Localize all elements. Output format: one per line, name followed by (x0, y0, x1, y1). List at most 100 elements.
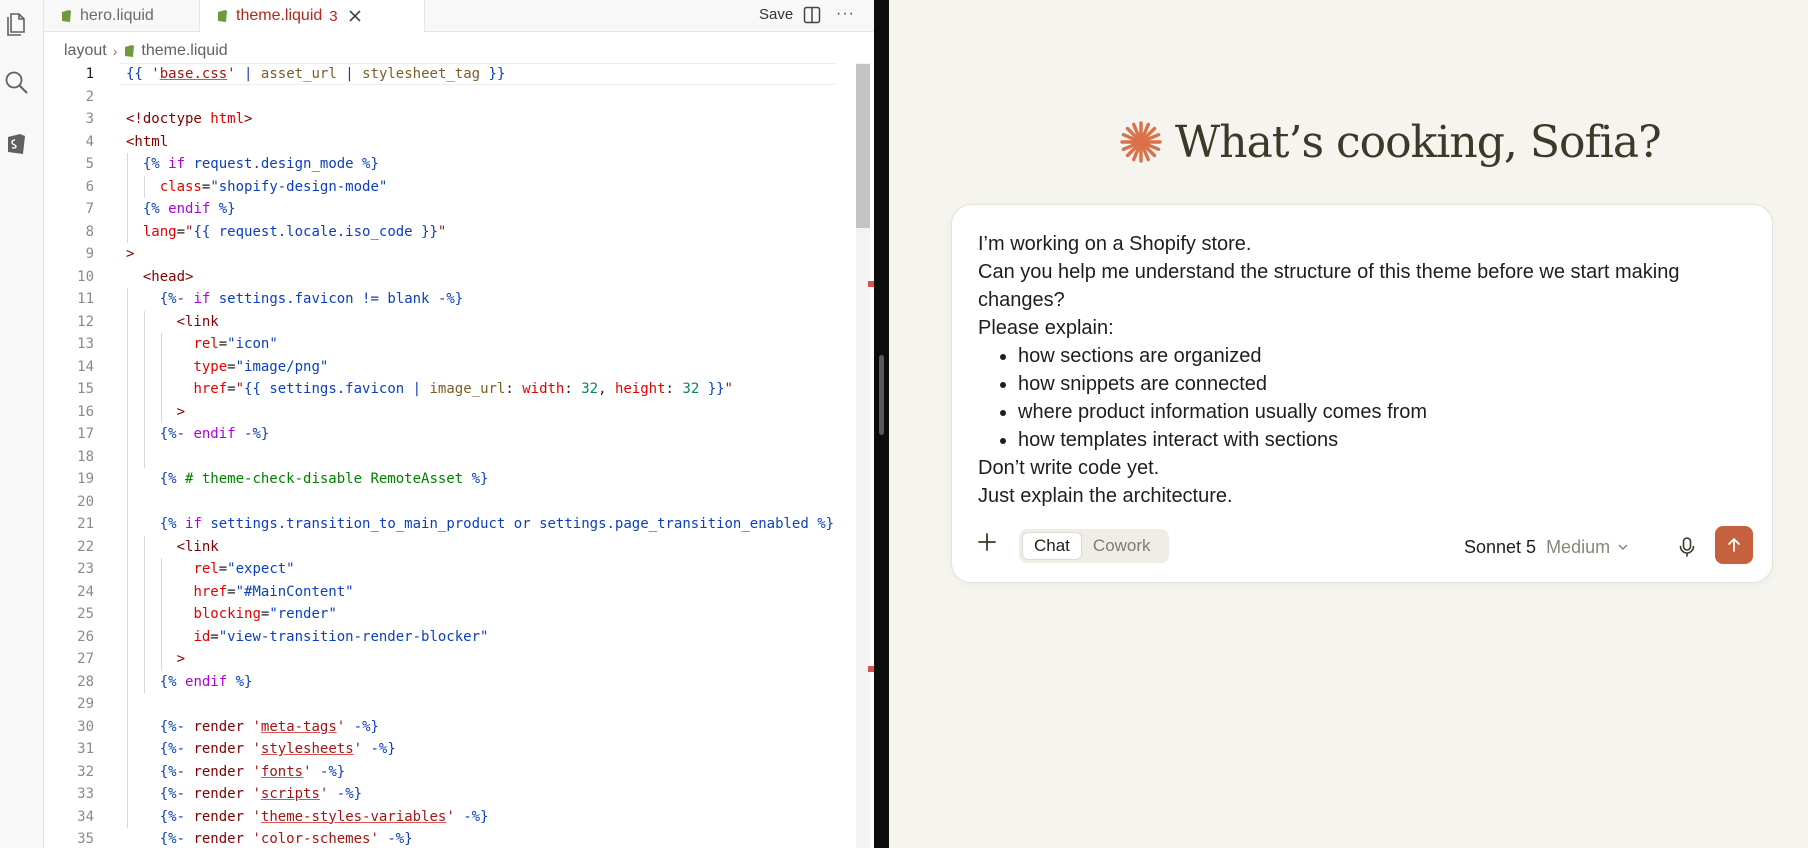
code-line[interactable]: 3 <!doctype html> (44, 108, 874, 131)
line-number: 16 (77, 403, 94, 420)
line-number: 23 (77, 561, 94, 577)
tab-theme-liquid[interactable]: theme.liquid 3 (199, 0, 425, 32)
line-number: 11 (77, 291, 94, 307)
line-number: 12 (77, 313, 94, 330)
code-line[interactable]: 24 href="#MainContent" (44, 581, 874, 604)
code-line[interactable]: 6 class="shopify-design-mode" (44, 176, 874, 199)
line-number: 33 (77, 786, 94, 802)
line-number: 10 (77, 268, 94, 285)
code-line[interactable]: 29 (44, 693, 874, 716)
code-line[interactable]: 20 (44, 491, 874, 514)
breadcrumb-folder[interactable]: layout (64, 42, 107, 60)
line-content: <html (126, 133, 169, 150)
code-line[interactable]: 12 <link (44, 311, 874, 334)
code-line[interactable]: 9 > (44, 243, 874, 266)
split-editor-icon[interactable] (803, 6, 821, 24)
code-line[interactable]: 1 {{ 'base.css' | asset_url | stylesheet_… (44, 63, 874, 86)
tab-hero-liquid[interactable]: hero.liquid (44, 0, 199, 31)
message-line: Please explain: (978, 317, 1114, 339)
code-line[interactable]: 32 {%- render 'fonts' -%} (44, 761, 874, 784)
line-number: 8 (85, 223, 94, 240)
code-line[interactable]: 28 {% endif %} (44, 671, 874, 694)
code-line[interactable]: 8 lang="{{ request.locale.iso_code }}" (44, 221, 874, 244)
line-number: 13 (77, 336, 94, 352)
add-attachment-icon[interactable] (976, 531, 998, 553)
code-line[interactable]: 15 href="{{ settings.favicon | image_url… (44, 378, 874, 401)
line-content: {% endif %} (159, 673, 253, 690)
mode-chat-button[interactable]: Chat (1022, 532, 1082, 560)
code-line[interactable]: 2 (44, 86, 874, 109)
code-line[interactable]: 5 {% if request.design_mode %} (44, 153, 874, 176)
code-line[interactable]: 10 <head> (44, 266, 874, 289)
microphone-icon[interactable] (1675, 535, 1699, 559)
code-line[interactable]: 7 {% endif %} (44, 198, 874, 221)
files-icon[interactable] (2, 8, 30, 36)
code-line[interactable]: 31 {%- render 'stylesheets' -%} (44, 738, 874, 761)
line-number: 9 (85, 246, 94, 262)
pane-divider[interactable] (874, 0, 889, 848)
line-content: {%- render 'fonts' -%} (159, 763, 346, 780)
line-number: 35 (77, 831, 94, 847)
sparkle-icon (1120, 121, 1162, 163)
tab-label: hero.liquid (80, 6, 154, 24)
send-button[interactable] (1715, 526, 1753, 564)
code-line[interactable]: 35 {%- render 'color-schemes' -%} (44, 828, 874, 848)
line-content: {% if request.design_mode %} (142, 156, 379, 172)
line-content: id="view-transition-render-blocker" (193, 628, 489, 645)
breadcrumb-file[interactable]: theme.liquid (141, 42, 227, 60)
line-number: 22 (77, 538, 94, 555)
line-number: 3 (85, 111, 94, 127)
save-button[interactable]: Save (759, 5, 793, 25)
divider-grip[interactable] (879, 355, 884, 435)
code-line[interactable]: 30 {%- render 'meta-tags' -%} (44, 716, 874, 739)
code-line[interactable]: 13 rel="icon" (44, 333, 874, 356)
line-content: blocking="render" (193, 606, 337, 622)
line-number: 28 (77, 673, 94, 690)
code-editor: hero.liquid theme.liquid 3 Save ··· layo… (44, 0, 874, 848)
code-line[interactable]: 18 (44, 446, 874, 469)
line-number: 17 (77, 426, 94, 442)
code-line[interactable]: 14 type="image/png" (44, 356, 874, 379)
close-icon[interactable] (348, 9, 362, 23)
code-line[interactable]: 26 id="view-transition-render-blocker" (44, 626, 874, 649)
code-line[interactable]: 22 <link (44, 536, 874, 559)
line-content: <!doctype html> (126, 111, 253, 127)
line-number: 24 (77, 583, 94, 600)
list-item: how sections are organized (1018, 342, 1758, 370)
code-line[interactable]: 21 {% if settings.transition_to_main_pro… (44, 513, 874, 536)
code-line[interactable]: 33 {%- render 'scripts' -%} (44, 783, 874, 806)
search-icon[interactable] (2, 68, 30, 96)
message-line: Just explain the architecture. (978, 485, 1233, 507)
message-composer[interactable]: I’m working on a Shopify store. Can you … (951, 204, 1773, 583)
line-number: 6 (85, 178, 94, 195)
message-input[interactable]: I’m working on a Shopify store. Can you … (978, 230, 1758, 510)
code-line[interactable]: 23 rel="expect" (44, 558, 874, 581)
model-selector[interactable]: Sonnet 5 Medium (1464, 535, 1629, 559)
arrow-up-icon (1728, 538, 1740, 552)
shopify-file-icon (218, 10, 227, 22)
line-content: {{ 'base.css' | asset_url | stylesheet_t… (126, 66, 506, 82)
code-line[interactable]: 19 {% # theme-check-disable RemoteAsset … (44, 468, 874, 491)
code-line[interactable]: 17 {%- endif -%} (44, 423, 874, 446)
shopify-icon[interactable] (2, 128, 30, 156)
more-actions-icon[interactable]: ··· (836, 5, 855, 23)
line-number: 31 (77, 741, 94, 757)
scrollbar-thumb[interactable] (856, 64, 870, 228)
code-line[interactable]: 16 > (44, 401, 874, 424)
line-content: rel="expect" (193, 561, 295, 577)
line-content: lang="{{ request.locale.iso_code }}" (142, 223, 447, 240)
line-number: 32 (77, 763, 94, 780)
code-line[interactable]: 4 <html (44, 131, 874, 154)
code-line[interactable]: 34 {%- render 'theme-styles-variables' -… (44, 806, 874, 829)
code-area[interactable]: 1 {{ 'base.css' | asset_url | stylesheet_… (44, 63, 874, 848)
list-item: how templates interact with sections (1018, 426, 1758, 454)
line-number: 20 (77, 493, 94, 510)
code-line[interactable]: 25 blocking="render" (44, 603, 874, 626)
line-number: 30 (77, 718, 94, 735)
code-line[interactable]: 11 {%- if settings.favicon != blank -%} (44, 288, 874, 311)
code-line[interactable]: 27 > (44, 648, 874, 671)
line-content: {% # theme-check-disable RemoteAsset %} (159, 471, 489, 487)
message-line: Can you help me understand the structure… (978, 261, 1680, 311)
line-number: 15 (77, 381, 94, 397)
mode-cowork-button[interactable]: Cowork (1082, 532, 1162, 560)
